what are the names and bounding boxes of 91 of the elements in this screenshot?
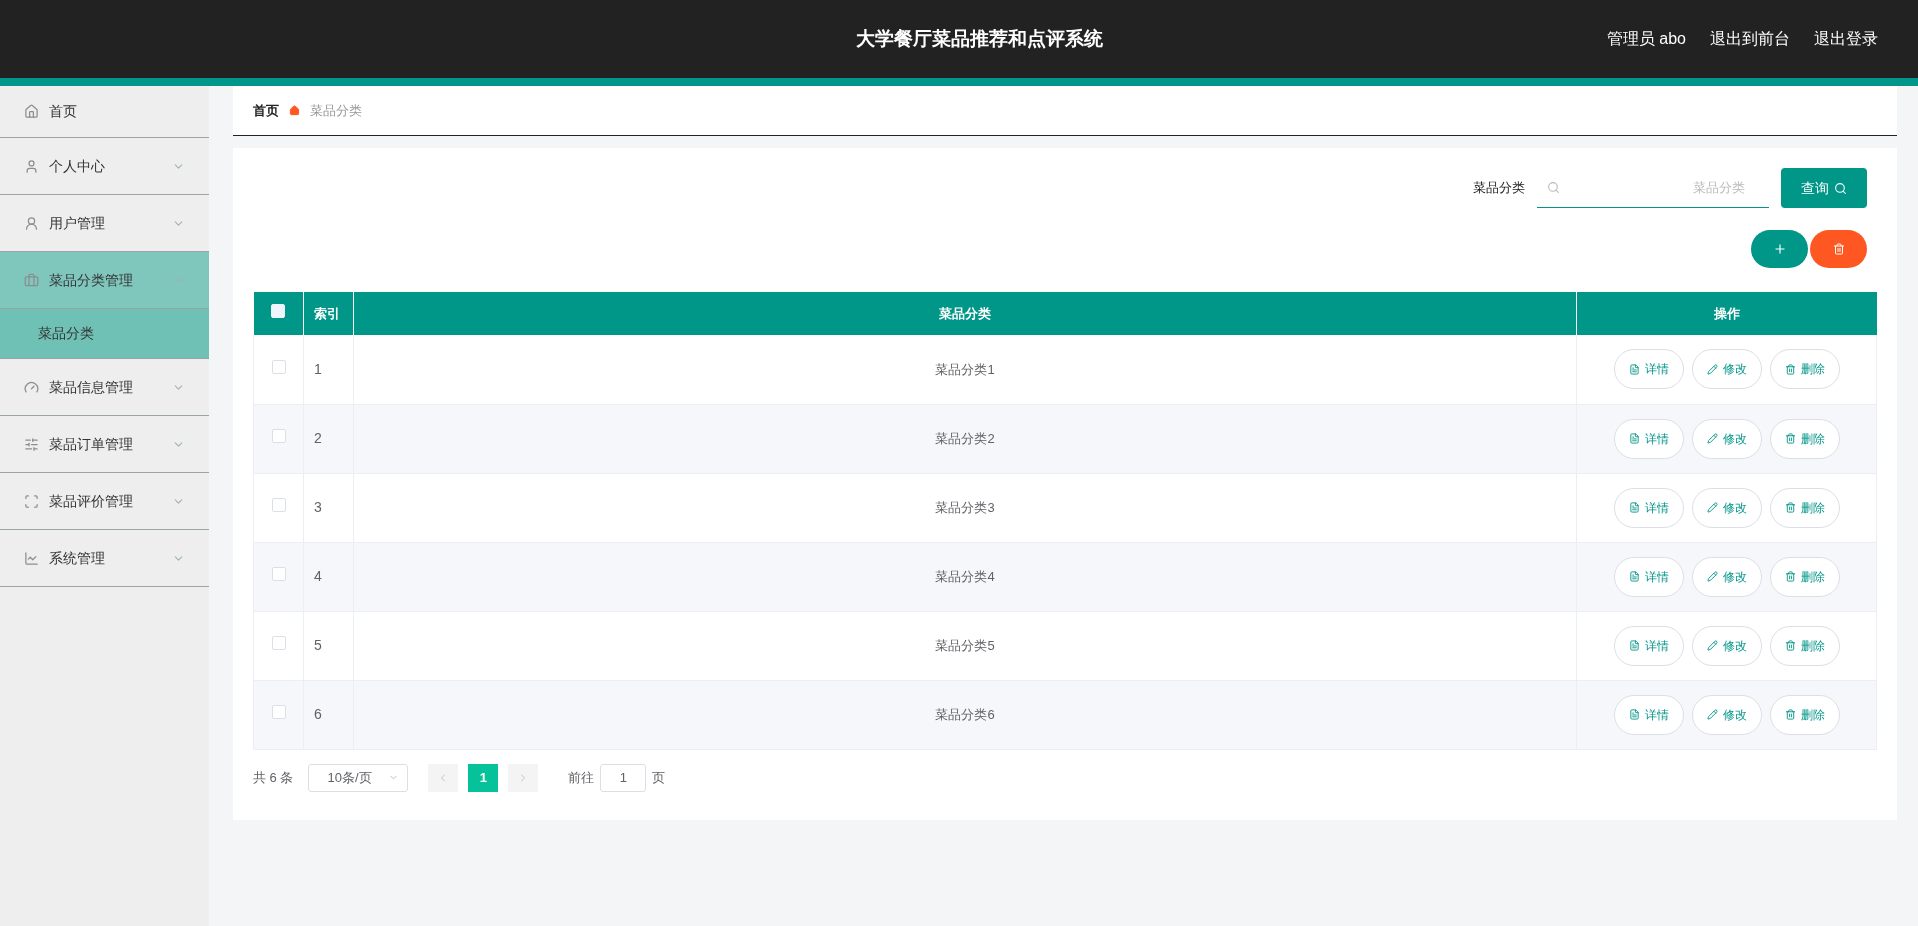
table-cell: 菜品分类3 — [353, 473, 1577, 542]
gauge-icon — [24, 379, 39, 395]
table-cell: 3 — [303, 473, 354, 542]
page-unit: 页 — [652, 768, 666, 787]
details-button[interactable]: 详情 — [1613, 625, 1684, 666]
delete-button[interactable]: 删除 — [1769, 625, 1840, 666]
pencil-icon — [1706, 502, 1718, 513]
checkbox[interactable] — [271, 566, 286, 581]
checkbox[interactable] — [271, 497, 286, 512]
add-button[interactable] — [1751, 230, 1808, 268]
plus-icon — [1772, 242, 1787, 256]
table-cell: 1 — [303, 335, 354, 404]
next-page-button[interactable] — [508, 763, 539, 792]
trash-icon — [1784, 709, 1796, 720]
pencil-icon — [1706, 571, 1718, 582]
trash-icon — [1784, 433, 1796, 444]
query-button[interactable]: 查询 — [1781, 168, 1867, 208]
prev-page-button[interactable] — [428, 763, 459, 792]
search-icon — [1547, 181, 1560, 194]
delete-button[interactable] — [1810, 230, 1867, 268]
submenu-item[interactable]: 菜品分类 — [0, 309, 209, 359]
home-icon — [24, 104, 39, 119]
edit-button[interactable]: 修改 — [1691, 418, 1762, 459]
page-button[interactable]: 1 — [468, 763, 499, 792]
edit-button[interactable]: 修改 — [1691, 625, 1762, 666]
pencil-icon — [1706, 363, 1718, 375]
edit-button[interactable]: 修改 — [1691, 694, 1762, 735]
page-input[interactable]: 1 — [600, 763, 647, 792]
sidebar-item[interactable]: 菜品分类管理 — [0, 252, 209, 309]
details-button[interactable]: 详情 — [1613, 556, 1684, 597]
delete-button[interactable]: 删除 — [1769, 349, 1840, 390]
column-header: 操作 — [1576, 292, 1877, 335]
checkbox[interactable] — [271, 428, 286, 443]
document-icon — [1628, 640, 1640, 651]
table-cell: 2 — [303, 404, 354, 473]
details-button[interactable]: 详情 — [1613, 349, 1684, 390]
app-title: 大学餐厅菜品推荐和点评系统 — [855, 26, 1103, 51]
checkbox[interactable] — [271, 704, 286, 719]
sliders-icon — [24, 436, 39, 452]
person-icon — [24, 215, 39, 231]
total-count: 共 6 条 — [253, 768, 294, 787]
search-field[interactable]: 菜品分类 — [1537, 168, 1769, 208]
checkbox[interactable] — [271, 359, 286, 374]
person-icon — [24, 158, 39, 174]
delete-button[interactable]: 删除 — [1769, 694, 1840, 735]
trash-icon — [1832, 243, 1845, 255]
trash-icon — [1784, 502, 1796, 513]
trash-icon — [1784, 640, 1796, 651]
details-button[interactable]: 详情 — [1613, 487, 1684, 528]
document-icon — [1628, 433, 1640, 444]
trash-icon — [1784, 363, 1796, 375]
breadcrumb-link[interactable]: 首页 — [253, 100, 279, 121]
table-cell: 菜品分类1 — [353, 335, 1577, 404]
edit-button[interactable]: 修改 — [1691, 349, 1762, 390]
column-header: 菜品分类 — [353, 292, 1577, 335]
details-button[interactable]: 详情 — [1613, 694, 1684, 735]
table-cell: 5 — [303, 611, 354, 680]
details-button[interactable]: 详情 — [1613, 418, 1684, 459]
checkbox[interactable] — [271, 635, 286, 650]
delete-button[interactable]: 删除 — [1769, 556, 1840, 597]
table-cell: 4 — [303, 542, 354, 611]
table-cell: 菜品分类4 — [353, 542, 1577, 611]
document-icon — [1628, 571, 1640, 582]
delete-button[interactable]: 删除 — [1769, 418, 1840, 459]
search-label: 菜品分类 — [1473, 179, 1525, 198]
goto-label: 前往 — [568, 768, 595, 787]
document-icon — [1628, 363, 1640, 375]
document-icon — [1628, 709, 1640, 720]
trash-icon — [1784, 571, 1796, 582]
header-link[interactable]: 退出到前台 — [1710, 27, 1790, 51]
document-icon — [1628, 502, 1640, 513]
breadcrumb-link[interactable]: 菜品分类 — [310, 100, 362, 121]
table-cell: 菜品分类6 — [353, 680, 1577, 749]
header-link[interactable]: 退出登录 — [1814, 27, 1878, 51]
edit-button[interactable]: 修改 — [1691, 487, 1762, 528]
table-cell: 菜品分类2 — [353, 404, 1577, 473]
search-icon — [1834, 181, 1847, 195]
edit-button[interactable]: 修改 — [1691, 556, 1762, 597]
table-cell: 菜品分类5 — [353, 611, 1577, 680]
header-link[interactable]: 管理员 abo — [1606, 27, 1686, 51]
page-size-select[interactable]: 10条/页 — [308, 763, 409, 792]
delete-button[interactable]: 删除 — [1769, 487, 1840, 528]
briefcase-icon — [24, 272, 39, 288]
pencil-icon — [1706, 709, 1718, 720]
frame-icon — [24, 493, 39, 509]
column-header: 索引 — [303, 292, 354, 335]
table-cell: 6 — [303, 680, 354, 749]
home-icon — [289, 105, 300, 116]
chart-icon — [24, 550, 39, 566]
pencil-icon — [1706, 640, 1718, 651]
pencil-icon — [1706, 433, 1718, 444]
